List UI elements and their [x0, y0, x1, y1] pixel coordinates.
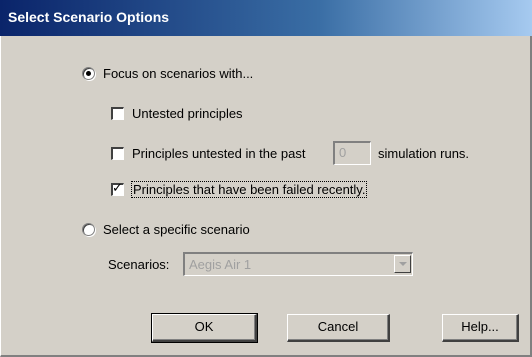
untested-principles-option[interactable]: Untested principles: [111, 106, 243, 121]
chevron-down-icon[interactable]: [394, 255, 411, 273]
specific-scenario-option[interactable]: Select a specific scenario: [82, 222, 250, 237]
focus-radio-button[interactable]: [82, 67, 95, 80]
untested-past-checkbox[interactable]: [111, 147, 124, 160]
untested-past-option[interactable]: Principles untested in the past: [111, 146, 305, 161]
failed-recently-label: Principles that have been failed recentl…: [130, 181, 368, 198]
scenarios-dropdown[interactable]: Aegis Air 1: [183, 252, 413, 276]
simulation-runs-input[interactable]: 0: [333, 141, 371, 165]
untested-principles-label: Untested principles: [132, 106, 243, 121]
focus-radio-label: Focus on scenarios with...: [103, 66, 254, 81]
failed-recently-option[interactable]: Principles that have been failed recentl…: [111, 180, 368, 198]
untested-past-label: Principles untested in the past: [132, 146, 306, 161]
focus-radio-option[interactable]: Focus on scenarios with...: [82, 66, 253, 81]
simulation-runs-label: simulation runs.: [378, 146, 470, 161]
select-scenario-options-dialog: Select Scenario Options Focus on scenari…: [0, 0, 532, 357]
specific-scenario-label: Select a specific scenario: [103, 222, 250, 237]
ok-button[interactable]: OK: [151, 313, 258, 343]
specific-scenario-radio-button[interactable]: [82, 223, 95, 236]
help-button[interactable]: Help...: [442, 314, 519, 342]
untested-principles-checkbox[interactable]: [111, 107, 124, 120]
cancel-button[interactable]: Cancel: [287, 314, 390, 342]
dialog-title: Select Scenario Options: [8, 9, 170, 25]
title-bar[interactable]: Select Scenario Options: [0, 0, 532, 36]
scenarios-label: Scenarios:: [108, 257, 170, 272]
failed-recently-checkbox[interactable]: [111, 180, 124, 196]
scenarios-selected-value: Aegis Air 1: [189, 257, 252, 272]
